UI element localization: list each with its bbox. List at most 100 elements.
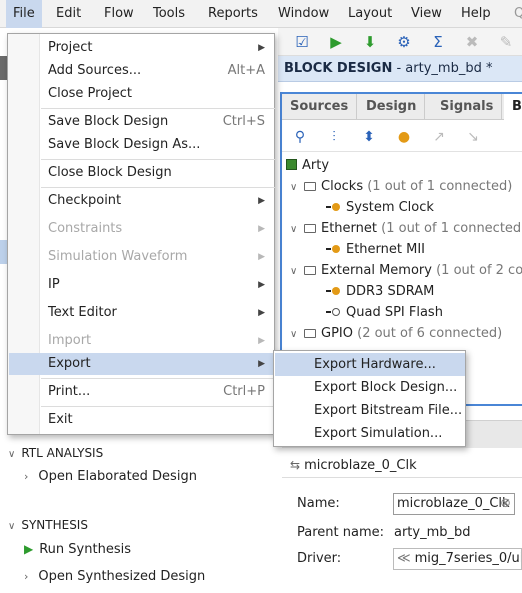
interface-port-icon[interactable]: ● bbox=[394, 127, 414, 147]
file-menu: Project ▶ Add Sources... Alt+A Close Proje… bbox=[7, 33, 275, 435]
menu-flow[interactable]: Flow bbox=[97, 0, 141, 28]
menu-item-checkpoint[interactable]: Checkpoint ▶ bbox=[9, 190, 275, 212]
search-quick-access-icon[interactable]: Q bbox=[507, 0, 522, 28]
menu-file[interactable]: File bbox=[6, 0, 42, 28]
ethernet-label: Ethernet bbox=[321, 221, 377, 236]
tree-root-arty[interactable]: Arty bbox=[286, 155, 329, 176]
menu-item-label: Constraints bbox=[48, 221, 123, 236]
menu-separator bbox=[41, 406, 275, 407]
driver-field[interactable]: ≪ mig_7series_0/ui_ bbox=[393, 548, 522, 570]
parent-name-value: arty_mb_bd bbox=[394, 525, 471, 540]
menu-item-shortcut: Ctrl+P bbox=[223, 384, 265, 399]
menu-help[interactable]: Help bbox=[454, 0, 498, 28]
menu-item-add-sources[interactable]: Add Sources... Alt+A bbox=[9, 60, 275, 82]
folder-icon bbox=[304, 182, 316, 191]
name-field[interactable]: microblaze_0_Clk ⊗ bbox=[393, 493, 515, 515]
submenu-arrow-icon: ▶ bbox=[258, 280, 265, 290]
chevron-down-icon: ∨ bbox=[290, 224, 298, 235]
menu-item-text-editor[interactable]: Text Editor ▶ bbox=[9, 302, 275, 324]
program-device-icon[interactable]: ⬇ bbox=[359, 31, 381, 53]
menu-item-save-block-design[interactable]: Save Block Design Ctrl+S bbox=[9, 111, 275, 133]
ethernet-mii-label: Ethernet MII bbox=[346, 242, 426, 257]
tree-external-memory[interactable]: ∨ External Memory (1 out of 2 con bbox=[290, 260, 522, 281]
menu-item-export-simulation[interactable]: Export Simulation... bbox=[275, 422, 465, 445]
tab-signals[interactable]: Signals bbox=[432, 94, 503, 120]
menu-item-simulation-waveform: Simulation Waveform ▶ bbox=[9, 246, 275, 268]
rtl-analysis-section[interactable]: ∨ RTL ANALYSIS bbox=[8, 442, 103, 464]
tab-sources[interactable]: Sources bbox=[282, 94, 358, 120]
menu-item-close-block-design[interactable]: Close Block Design bbox=[9, 162, 275, 184]
properties-object-name: microblaze_0_Clk bbox=[304, 458, 417, 473]
tree-clocks[interactable]: ∨ Clocks (1 out of 1 connected) bbox=[290, 176, 512, 197]
block-design-title-text: BLOCK DESIGN bbox=[284, 61, 393, 76]
run-icon[interactable]: ▶ bbox=[325, 31, 347, 53]
block-design-name: - arty_mb_bd * bbox=[392, 61, 493, 76]
menu-view[interactable]: View bbox=[404, 0, 449, 28]
menu-layout[interactable]: Layout bbox=[341, 0, 399, 28]
tab-board[interactable]: B bbox=[504, 94, 522, 120]
synthesis-section[interactable]: ∨ SYNTHESIS bbox=[8, 514, 88, 536]
menu-item-label: Checkpoint bbox=[48, 193, 122, 208]
menu-item-ip[interactable]: IP ▶ bbox=[9, 274, 275, 296]
menu-window[interactable]: Window bbox=[271, 0, 336, 28]
open-elaborated-design-item[interactable]: › Open Elaborated Design bbox=[24, 466, 197, 488]
disconnect-disabled-icon: ↘ bbox=[467, 129, 479, 145]
menu-item-close-project[interactable]: Close Project bbox=[9, 83, 275, 105]
search-icon[interactable]: ⚲ bbox=[290, 127, 310, 147]
tree-quad-spi-flash[interactable]: Quad SPI Flash bbox=[326, 302, 443, 323]
tree-gpio[interactable]: ∨ GPIO (2 out of 6 connected) bbox=[290, 323, 502, 344]
settings-gear-icon[interactable]: ⚙ bbox=[393, 31, 415, 53]
menu-item-label: Exit bbox=[48, 412, 73, 427]
board-icon bbox=[286, 159, 297, 170]
external-memory-status: (1 out of 2 con bbox=[436, 263, 522, 278]
menu-item-export-bitstream-file[interactable]: Export Bitstream File... bbox=[275, 399, 465, 422]
disabled-tool-icon: ✖ bbox=[465, 33, 479, 51]
menu-item-save-block-design-as[interactable]: Save Block Design As... bbox=[9, 134, 275, 156]
pin-icon bbox=[326, 206, 331, 208]
pin-icon bbox=[326, 311, 331, 313]
tree-root-label: Arty bbox=[302, 158, 330, 173]
properties-object-row: ⇆ microblaze_0_Clk bbox=[282, 452, 522, 478]
open-synthesized-design-item[interactable]: › Open Synthesized Design bbox=[24, 566, 205, 588]
submenu-arrow-icon: ▶ bbox=[258, 359, 265, 369]
menu-edit[interactable]: Edit bbox=[49, 0, 88, 28]
menu-item-project[interactable]: Project ▶ bbox=[9, 37, 275, 59]
tab-design[interactable]: Design bbox=[358, 94, 426, 120]
menu-item-print[interactable]: Print... Ctrl+P bbox=[9, 381, 275, 403]
tree-ethernet-mii[interactable]: Ethernet MII bbox=[326, 239, 425, 260]
tree-ddr3-sdram[interactable]: DDR3 SDRAM bbox=[326, 281, 434, 302]
menu-item-export-hardware[interactable]: Export Hardware... bbox=[275, 353, 465, 376]
run-play-icon: ▶ bbox=[24, 542, 34, 556]
folder-icon bbox=[304, 266, 316, 275]
menu-item-export[interactable]: Export ▶ bbox=[9, 353, 275, 375]
tree-system-clock[interactable]: System Clock bbox=[326, 197, 434, 218]
menu-reports[interactable]: Reports bbox=[201, 0, 265, 28]
collapse-all-icon[interactable]: ⫶ bbox=[324, 127, 344, 147]
board-toolbar: ⚲ ⫶ ⬍ ● ↗ ↘ bbox=[282, 122, 522, 152]
quad-spi-label: Quad SPI Flash bbox=[346, 305, 443, 320]
menu-item-label: IP bbox=[48, 277, 60, 292]
system-clock-label: System Clock bbox=[346, 200, 434, 215]
tree-ethernet[interactable]: ∨ Ethernet (1 out of 1 connected) bbox=[290, 218, 522, 239]
disabled-edit-icon: ✎ bbox=[499, 33, 513, 51]
menu-item-export-block-design[interactable]: Export Block Design... bbox=[275, 376, 465, 399]
gpio-status: (2 out of 6 connected) bbox=[357, 326, 503, 341]
submenu-arrow-icon: ▶ bbox=[258, 43, 265, 53]
chevron-right-icon: › bbox=[24, 470, 29, 483]
clocks-status: (1 out of 1 connected) bbox=[367, 179, 513, 194]
menu-item-label: Project bbox=[48, 40, 93, 55]
expand-all-icon[interactable]: ⬍ bbox=[359, 127, 379, 147]
open-synthesized-label: Open Synthesized Design bbox=[38, 569, 206, 584]
block-design-title: BLOCK DESIGN - arty_mb_bd * bbox=[278, 56, 522, 82]
menu-item-label: Simulation Waveform bbox=[48, 249, 188, 264]
submenu-arrow-icon: ▶ bbox=[258, 224, 265, 234]
submenu-arrow-icon: ▶ bbox=[258, 196, 265, 206]
submenu-arrow-icon: ▶ bbox=[258, 308, 265, 318]
validate-design-icon[interactable]: ☑ bbox=[291, 31, 313, 53]
sigma-report-icon[interactable]: Σ bbox=[427, 31, 449, 53]
menu-item-exit[interactable]: Exit bbox=[9, 409, 275, 431]
menu-item-label: Save Block Design bbox=[48, 114, 169, 129]
clear-icon[interactable]: ⊗ bbox=[500, 494, 511, 514]
run-synthesis-item[interactable]: ▶ Run Synthesis bbox=[24, 538, 131, 560]
menu-tools[interactable]: Tools bbox=[146, 0, 192, 28]
